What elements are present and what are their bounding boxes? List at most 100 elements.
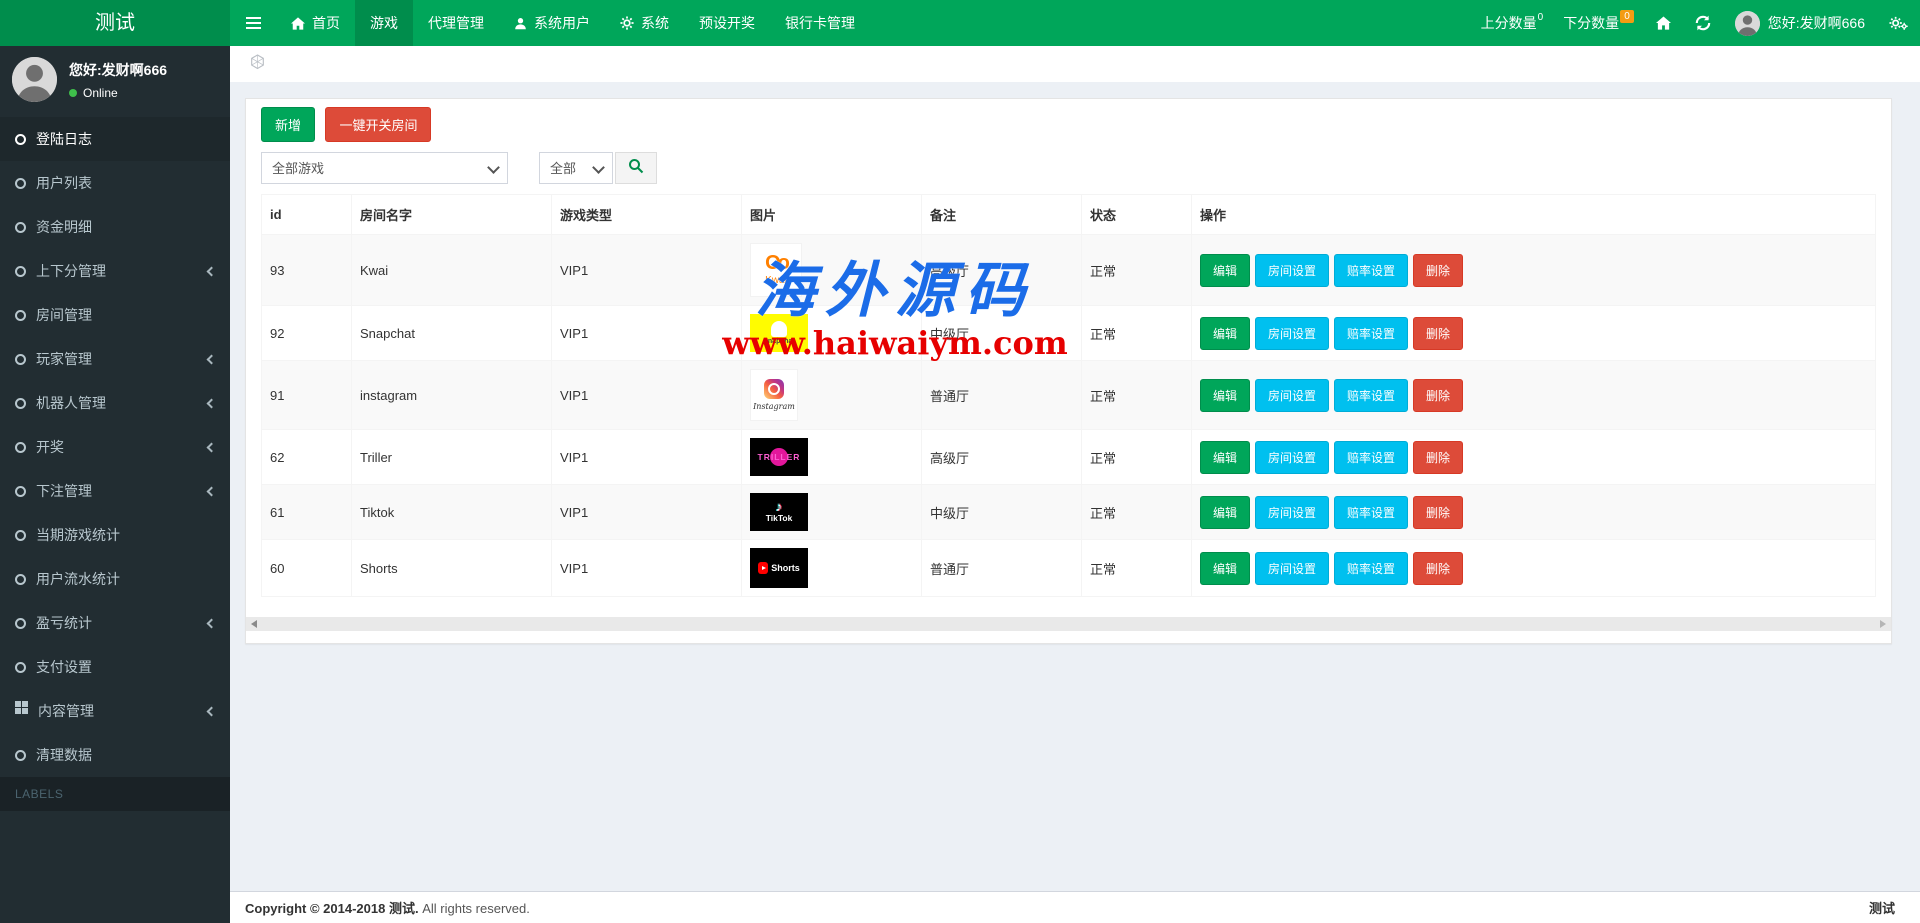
nav-item-games[interactable]: 游戏 (355, 0, 413, 46)
sidebar-item-funds-detail[interactable]: 资金明细 (0, 205, 230, 249)
user-menu[interactable]: 您好:发财啊666 (1723, 11, 1877, 36)
sidebar-item-payment-settings[interactable]: 支付设置 (0, 645, 230, 689)
sidebar-item-profit-stats[interactable]: 盈亏统计 (0, 601, 230, 645)
odds-settings-button[interactable]: 赔率设置 (1334, 441, 1408, 474)
sidebar-item-label: 开奖 (36, 437, 64, 457)
sidebar-item-current-game-stats[interactable]: 当期游戏统计 (0, 513, 230, 557)
room-settings-button[interactable]: 房间设置 (1255, 254, 1329, 287)
sidebar-item-robot-manage[interactable]: 机器人管理 (0, 381, 230, 425)
music-note-icon: ♪ (776, 501, 783, 512)
hexagon-icon[interactable] (250, 54, 265, 75)
sidebar-item-label: 内容管理 (38, 701, 94, 721)
delete-button[interactable]: 删除 (1413, 254, 1463, 287)
delete-button[interactable]: 删除 (1413, 496, 1463, 529)
toggle-rooms-button[interactable]: 一键开关房间 (325, 107, 431, 142)
cell-id: 93 (262, 235, 352, 306)
edit-button[interactable]: 编辑 (1200, 317, 1250, 350)
odds-settings-button[interactable]: 赔率设置 (1334, 254, 1408, 287)
refresh-button[interactable] (1683, 0, 1723, 46)
circle-icon (15, 530, 26, 541)
nav-item-bank-cards[interactable]: 银行卡管理 (770, 0, 870, 46)
sidebar-item-lottery[interactable]: 开奖 (0, 425, 230, 469)
sidebar-item-label: 资金明细 (36, 217, 92, 237)
sidebar-item-user-list[interactable]: 用户列表 (0, 161, 230, 205)
kwai-text: Kwai (765, 275, 787, 286)
delete-button[interactable]: 删除 (1413, 552, 1463, 585)
room-settings-button[interactable]: 房间设置 (1255, 441, 1329, 474)
scroll-right-icon[interactable] (1880, 620, 1886, 628)
edit-button[interactable]: 编辑 (1200, 254, 1250, 287)
chevron-left-icon (207, 486, 217, 496)
brand-logo[interactable]: 测试 (0, 0, 230, 46)
sidebar-item-user-flow-stats[interactable]: 用户流水统计 (0, 557, 230, 601)
content-header (230, 46, 1920, 82)
room-settings-button[interactable]: 房间设置 (1255, 379, 1329, 412)
up-score-item[interactable]: 上分数量0 (1471, 13, 1554, 33)
nav-item-label: 首页 (312, 13, 340, 33)
down-score-item[interactable]: 下分数量0 (1553, 13, 1644, 33)
cell-actions: 编辑房间设置赔率设置删除 (1192, 306, 1876, 361)
sidebar-item-player-manage[interactable]: 玩家管理 (0, 337, 230, 381)
cell-image: Snapchat (742, 306, 922, 361)
ghost-icon (771, 321, 787, 337)
cell-id: 61 (262, 485, 352, 540)
edit-button[interactable]: 编辑 (1200, 552, 1250, 585)
sidebar-item-updown-manage[interactable]: 上下分管理 (0, 249, 230, 293)
room-settings-button[interactable]: 房间设置 (1255, 317, 1329, 350)
nav-item-home[interactable]: 首页 (276, 0, 355, 46)
sidebar-item-clean-data[interactable]: 清理数据 (0, 733, 230, 777)
filter-row: 全部游戏 全部 (261, 152, 1876, 184)
sidebar-item-room-manage[interactable]: 房间管理 (0, 293, 230, 337)
sidebar-item-bet-manage[interactable]: 下注管理 (0, 469, 230, 513)
sidebar-item-login-log[interactable]: 登陆日志 (0, 117, 230, 161)
home-shortcut-button[interactable] (1644, 0, 1683, 46)
edit-button[interactable]: 编辑 (1200, 496, 1250, 529)
odds-settings-button[interactable]: 赔率设置 (1334, 496, 1408, 529)
nav-item-label: 银行卡管理 (785, 13, 855, 33)
delete-button[interactable]: 删除 (1413, 441, 1463, 474)
room-settings-button[interactable]: 房间设置 (1255, 496, 1329, 529)
odds-settings-button[interactable]: 赔率设置 (1334, 552, 1408, 585)
nav-item-system-users[interactable]: 系统用户 (499, 0, 605, 46)
edit-button[interactable]: 编辑 (1200, 441, 1250, 474)
cell-room-name: Triller (352, 430, 552, 485)
horizontal-scrollbar[interactable] (246, 617, 1891, 631)
cell-image: Instagram (742, 361, 922, 430)
status-filter-select[interactable]: 全部 (539, 152, 613, 184)
search-button[interactable] (615, 152, 657, 184)
online-status-icon (69, 89, 77, 97)
sidebar-user-panel: 您好:发财啊666 Online (0, 46, 230, 113)
toolbar-buttons: 新增 一键开关房间 (261, 107, 1876, 142)
cell-actions: 编辑房间设置赔率设置删除 (1192, 361, 1876, 430)
cell-actions: 编辑房间设置赔率设置删除 (1192, 235, 1876, 306)
settings-button[interactable] (1877, 0, 1920, 46)
shorts-logo: Shorts (750, 548, 808, 588)
odds-settings-button[interactable]: 赔率设置 (1334, 317, 1408, 350)
delete-button[interactable]: 删除 (1413, 379, 1463, 412)
delete-button[interactable]: 删除 (1413, 317, 1463, 350)
nav-item-label: 预设开奖 (699, 13, 755, 33)
shorts-text: Shorts (771, 563, 800, 573)
cell-id: 60 (262, 540, 352, 597)
nav-item-system[interactable]: 系统 (605, 0, 684, 46)
nav-item-preset-draw[interactable]: 预设开奖 (684, 0, 770, 46)
odds-settings-button[interactable]: 赔率设置 (1334, 379, 1408, 412)
cell-note: 中级厅 (922, 306, 1082, 361)
cell-note: 普通厅 (922, 540, 1082, 597)
scroll-left-icon[interactable] (251, 620, 257, 628)
cell-note: 普通厅 (922, 361, 1082, 430)
add-button[interactable]: 新增 (261, 107, 315, 142)
cell-status: 正常 (1082, 430, 1192, 485)
sidebar-toggle-button[interactable] (230, 0, 276, 46)
column-header: 游戏类型 (552, 195, 742, 235)
instagram-logo: Instagram (750, 369, 798, 421)
sidebar-item-content-manage[interactable]: 内容管理 (0, 689, 230, 733)
cell-id: 62 (262, 430, 352, 485)
room-settings-button[interactable]: 房间设置 (1255, 552, 1329, 585)
circle-icon (15, 618, 26, 629)
nav-item-label: 游戏 (370, 13, 398, 33)
edit-button[interactable]: 编辑 (1200, 379, 1250, 412)
game-filter-select[interactable]: 全部游戏 (261, 152, 508, 184)
nav-item-agents[interactable]: 代理管理 (413, 0, 499, 46)
column-header: id (262, 195, 352, 235)
